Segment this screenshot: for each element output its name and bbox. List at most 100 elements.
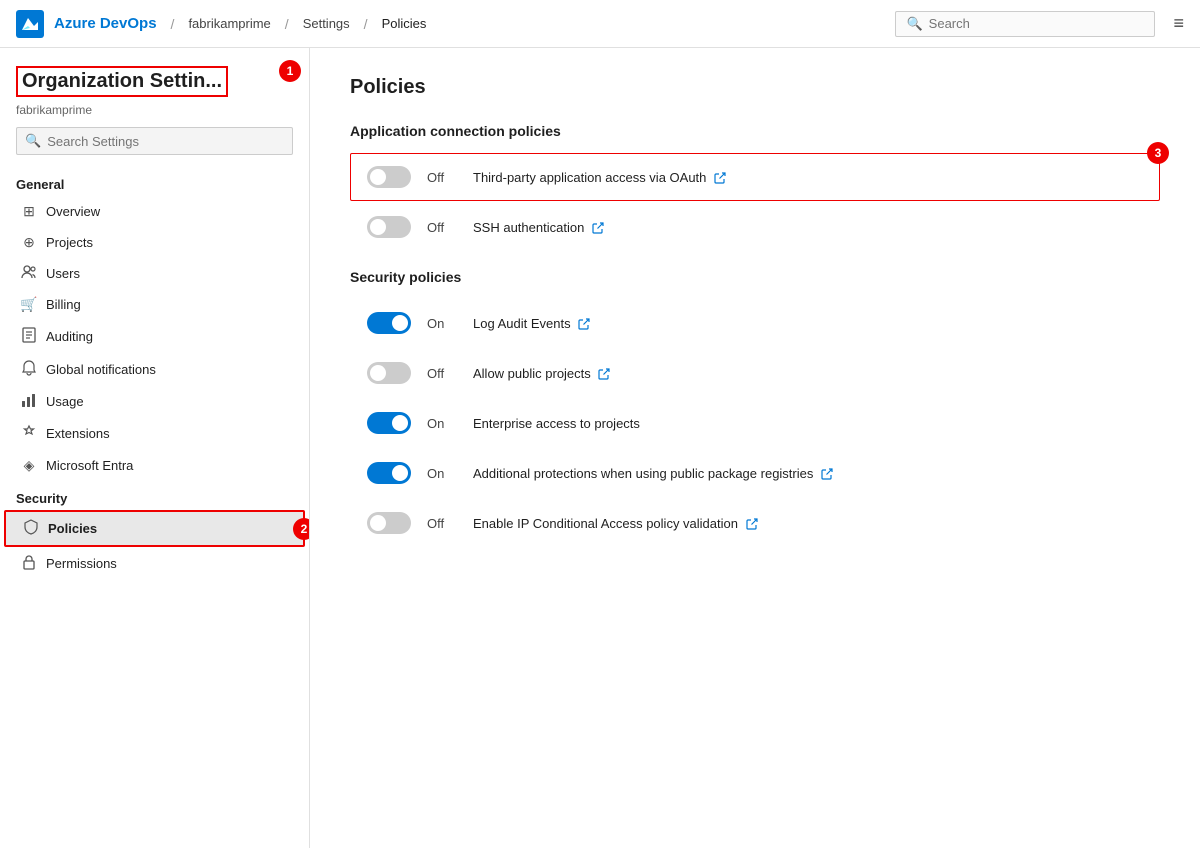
toggle-oauth[interactable] [367, 166, 411, 188]
policy-name-ip: Enable IP Conditional Access policy vali… [473, 516, 758, 531]
sidebar-item-projects[interactable]: ⊕ Projects [4, 227, 305, 258]
sidebar-item-users[interactable]: Users [4, 258, 305, 289]
additional-link-icon[interactable] [821, 466, 833, 481]
policy-name-public-projects: Allow public projects [473, 366, 610, 381]
policy-row-oauth: 3 Off Third-party application access via… [350, 153, 1160, 201]
global-search-box[interactable]: 🔍 [895, 11, 1155, 37]
sidebar-item-label: Policies [48, 521, 97, 536]
toggle-ssh[interactable] [367, 216, 411, 238]
search-icon: 🔍 [906, 16, 922, 32]
sidebar-header: Organization Settin... 1 [0, 48, 309, 101]
policy-row-public-projects: Off Allow public projects [350, 349, 1160, 397]
sidebar: Organization Settin... 1 fabrikamprime 🔍… [0, 48, 310, 848]
main-content: Policies Application connection policies… [310, 48, 1200, 848]
toggle-public-projects-slider [367, 362, 411, 384]
sidebar-item-global-notifications[interactable]: Global notifications [4, 353, 305, 386]
breadcrumb-policies: Policies [382, 16, 427, 31]
audit-link-icon[interactable] [578, 316, 590, 331]
oauth-link-icon[interactable] [714, 170, 726, 185]
billing-icon: 🛒 [20, 296, 38, 313]
badge-2: 2 [293, 518, 310, 540]
policy-row-enterprise-access: On Enterprise access to projects [350, 399, 1160, 447]
policy-name-audit: Log Audit Events [473, 316, 590, 331]
sidebar-search-box[interactable]: 🔍 [16, 127, 293, 155]
sidebar-item-policies[interactable]: Policies [4, 510, 305, 547]
toggle-additional[interactable] [367, 462, 411, 484]
sidebar-item-extensions[interactable]: Extensions [4, 417, 305, 450]
section-label-security-policies: Security policies [350, 269, 1160, 285]
sidebar-item-microsoft-entra[interactable]: ◈ Microsoft Entra [4, 450, 305, 481]
breadcrumb-sep-1: / [171, 16, 175, 32]
breadcrumb-fabrikam[interactable]: fabrikamprime [188, 16, 270, 31]
policy-row-ssh: Off SSH authentication [350, 203, 1160, 251]
toggle-ip-label: Off [427, 516, 457, 531]
policy-row-ip-conditional: Off Enable IP Conditional Access policy … [350, 499, 1160, 547]
policy-name-oauth: Third-party application access via OAuth [473, 170, 726, 185]
breadcrumb-settings[interactable]: Settings [303, 16, 350, 31]
sidebar-item-label: Global notifications [46, 362, 156, 377]
azure-devops-logo-icon [16, 10, 44, 38]
ip-link-icon[interactable] [746, 516, 758, 531]
usage-icon [20, 393, 38, 410]
toggle-audit[interactable] [367, 312, 411, 334]
sidebar-item-permissions[interactable]: Permissions [4, 547, 305, 580]
toggle-public-projects[interactable] [367, 362, 411, 384]
sidebar-item-billing[interactable]: 🛒 Billing [4, 289, 305, 320]
sidebar-search-input[interactable] [47, 134, 284, 149]
policy-name-additional: Additional protections when using public… [473, 466, 833, 481]
sidebar-item-label: Usage [46, 394, 84, 409]
toggle-ip-slider [367, 512, 411, 534]
brand-name[interactable]: Azure DevOps [54, 15, 157, 32]
toggle-enterprise-slider [367, 412, 411, 434]
toggle-audit-slider [367, 312, 411, 334]
ssh-link-icon[interactable] [592, 220, 604, 235]
toggle-oauth-label: Off [427, 170, 457, 185]
sidebar-item-label: Overview [46, 204, 100, 219]
section-label-security: Security [0, 481, 309, 510]
projects-icon: ⊕ [20, 234, 38, 251]
sidebar-item-label: Extensions [46, 426, 110, 441]
sidebar-search-icon: 🔍 [25, 133, 41, 149]
sidebar-item-label: Microsoft Entra [46, 458, 133, 473]
sidebar-item-auditing[interactable]: Auditing [4, 320, 305, 353]
policy-name-enterprise: Enterprise access to projects [473, 416, 640, 431]
badge-3: 3 [1147, 142, 1169, 164]
sidebar-item-label: Auditing [46, 329, 93, 344]
section-label-app-connection: Application connection policies [350, 123, 1160, 139]
breadcrumb-sep-2: / [285, 16, 289, 32]
sidebar-item-label: Projects [46, 235, 93, 250]
toggle-ssh-slider [367, 216, 411, 238]
sidebar-item-overview[interactable]: ⊞ Overview [4, 196, 305, 227]
public-projects-link-icon[interactable] [598, 366, 610, 381]
main-layout: Organization Settin... 1 fabrikamprime 🔍… [0, 48, 1200, 848]
sidebar-item-usage[interactable]: Usage [4, 386, 305, 417]
page-title: Policies [350, 76, 1160, 99]
toggle-ip-conditional[interactable] [367, 512, 411, 534]
extensions-icon [20, 424, 38, 443]
toggle-additional-slider [367, 462, 411, 484]
badge-1: 1 [279, 60, 301, 82]
search-input[interactable] [929, 16, 1145, 31]
users-icon [20, 265, 38, 282]
policy-row-additional-protections: On Additional protections when using pub… [350, 449, 1160, 497]
policies-icon [22, 519, 40, 538]
menu-icon[interactable]: ≡ [1173, 13, 1184, 34]
toggle-audit-label: On [427, 316, 457, 331]
toggle-enterprise[interactable] [367, 412, 411, 434]
permissions-icon [20, 554, 38, 573]
org-settings-title: Organization Settin... [16, 66, 228, 97]
policy-row-audit: On Log Audit Events [350, 299, 1160, 347]
toggle-additional-label: On [427, 466, 457, 481]
topnav: Azure DevOps / fabrikamprime / Settings … [0, 0, 1200, 48]
entra-icon: ◈ [20, 457, 38, 474]
sidebar-item-label: Billing [46, 297, 81, 312]
policies-item-wrapper: Policies 2 [0, 510, 309, 547]
section-label-general: General [0, 167, 309, 196]
org-name: fabrikamprime [0, 101, 309, 127]
toggle-enterprise-label: On [427, 416, 457, 431]
toggle-ssh-label: Off [427, 220, 457, 235]
sidebar-item-label: Users [46, 266, 80, 281]
auditing-icon [20, 327, 38, 346]
toggle-public-projects-label: Off [427, 366, 457, 381]
overview-icon: ⊞ [20, 203, 38, 220]
